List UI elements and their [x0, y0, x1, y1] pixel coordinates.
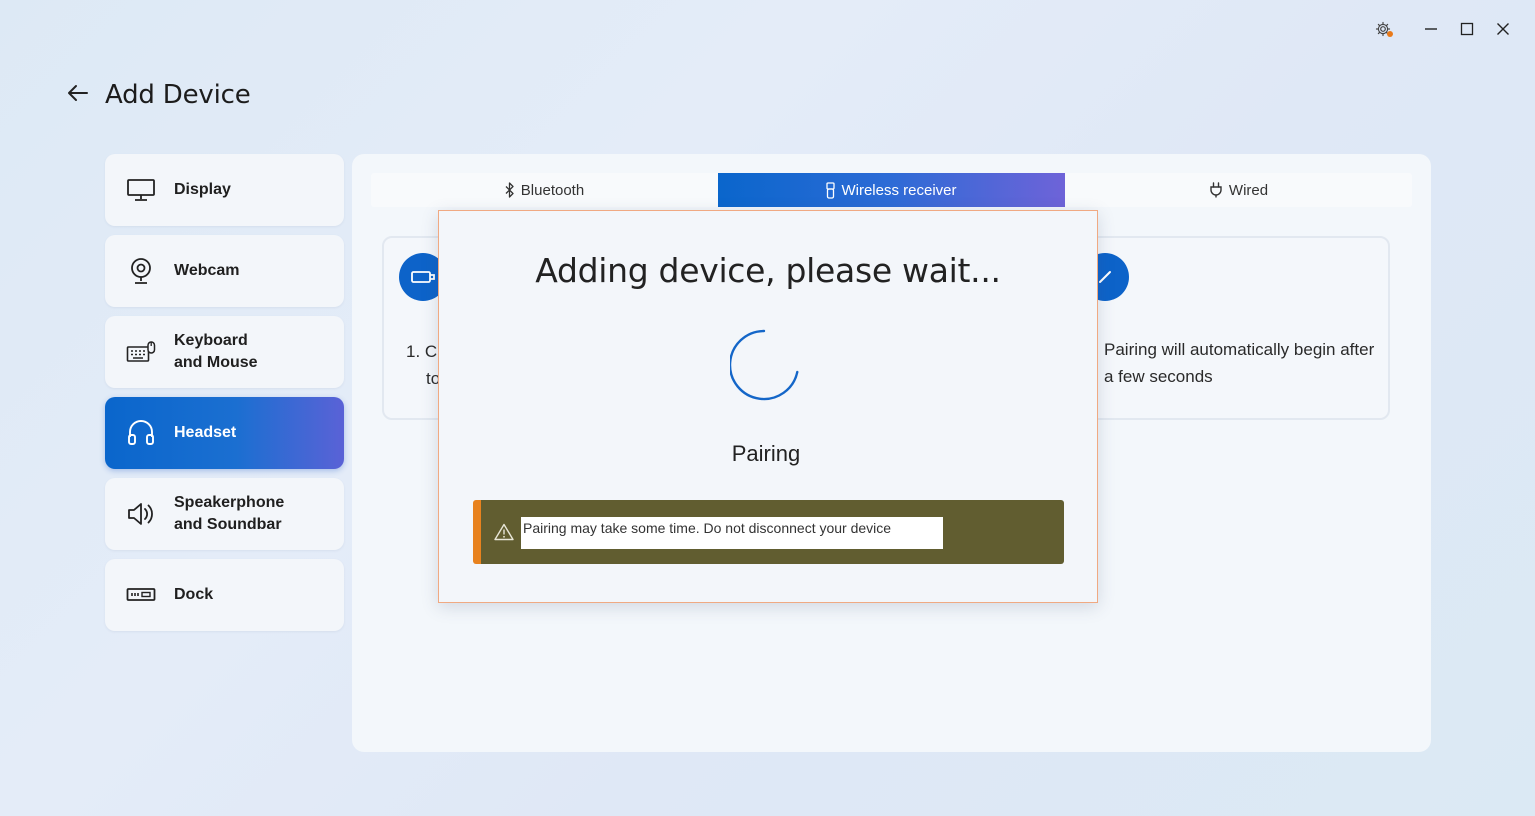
back-button[interactable] — [66, 83, 90, 107]
usb-receiver-icon — [826, 181, 836, 199]
webcam-icon — [125, 255, 157, 287]
device-category-sidebar: Display Webcam Keyboard and Mouse Headse… — [105, 154, 344, 640]
monitor-icon — [125, 174, 157, 206]
sidebar-item-label: Webcam — [174, 262, 240, 279]
settings-button[interactable] — [1365, 16, 1401, 42]
minimize-button[interactable] — [1413, 16, 1449, 42]
speaker-icon — [125, 498, 157, 530]
maximize-icon — [1460, 22, 1474, 36]
dialog-title: Adding device, please wait... — [535, 251, 1001, 290]
pairing-status-text: Pairing — [731, 441, 801, 466]
warning-banner: Pairing may take some time. Do not disco… — [473, 500, 1064, 564]
loading-spinner-icon — [728, 327, 806, 403]
minimize-icon — [1424, 22, 1438, 36]
sidebar-item-keyboard-mouse[interactable]: Keyboard and Mouse — [105, 316, 344, 388]
sidebar-item-headset[interactable]: Headset — [105, 397, 344, 469]
page-header: Add Device — [66, 80, 251, 110]
tab-label: Wireless receiver — [841, 181, 957, 199]
close-icon — [1496, 22, 1510, 36]
close-button[interactable] — [1485, 16, 1521, 42]
sidebar-item-label: Headset — [174, 424, 237, 441]
bluetooth-icon — [505, 182, 515, 198]
step-auto-pair-text: Pairing will automatically begin after a… — [1104, 340, 1375, 386]
page-title: Add Device — [105, 80, 251, 110]
tab-wireless-receiver[interactable]: Wireless receiver — [718, 173, 1065, 207]
pairing-progress-dialog: Adding device, please wait... Pairing Pa… — [438, 210, 1098, 603]
sidebar-item-label: Display — [174, 181, 231, 198]
plug-icon — [1209, 182, 1223, 198]
keyboard-mouse-icon — [125, 336, 157, 368]
notification-badge — [1387, 31, 1393, 37]
connection-type-tabs: Bluetooth Wireless receiver Wired — [371, 173, 1412, 207]
warning-message: Pairing may take some time. Do not disco… — [521, 517, 943, 549]
sidebar-item-webcam[interactable]: Webcam — [105, 235, 344, 307]
tab-bluetooth[interactable]: Bluetooth — [371, 173, 718, 207]
headset-icon — [125, 417, 157, 449]
maximize-button[interactable] — [1449, 16, 1485, 42]
sidebar-item-label: Keyboard and Mouse — [174, 332, 258, 371]
sidebar-item-display[interactable]: Display — [105, 154, 344, 226]
titlebar-controls — [1365, 16, 1521, 42]
dock-icon — [125, 579, 157, 611]
sidebar-item-dock[interactable]: Dock — [105, 559, 344, 631]
tab-label: Bluetooth — [520, 181, 585, 199]
tab-wired[interactable]: Wired — [1065, 173, 1412, 207]
warning-icon — [493, 521, 515, 543]
sidebar-item-label: Dock — [174, 586, 214, 603]
app-window: Add Device Display Webcam Keyboard and M… — [0, 0, 1535, 816]
back-arrow-icon — [67, 84, 89, 107]
step-1-text: 1. C to — [406, 342, 441, 388]
sidebar-item-speakerphone[interactable]: Speakerphone and Soundbar — [105, 478, 344, 550]
sidebar-item-label: Speakerphone and Soundbar — [174, 494, 285, 533]
tab-label: Wired — [1228, 181, 1269, 199]
